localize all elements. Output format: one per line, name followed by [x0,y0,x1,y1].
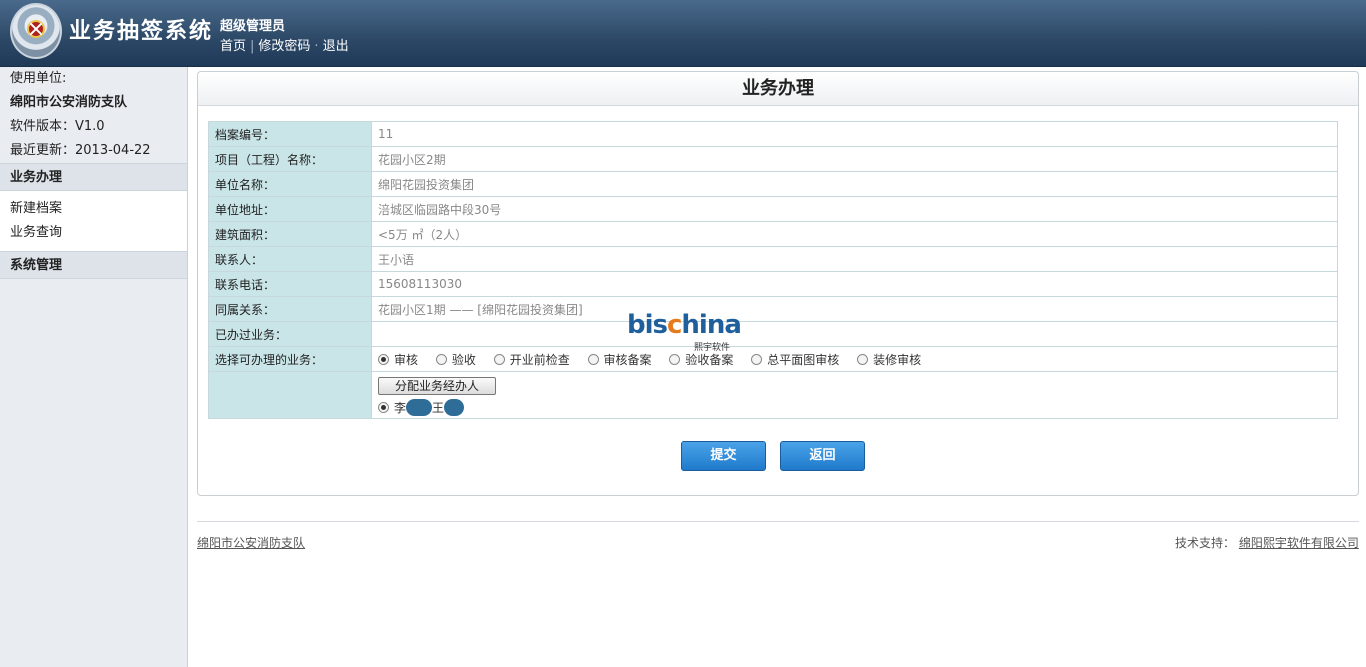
form-row: 联系人： 王小语 [208,246,1338,272]
business-form: 档案编号： 11 项目（工程）名称： 花园小区2期 单位名称： 绵阳花园投资集团… [208,121,1338,419]
field-label: 档案编号： [208,121,372,147]
back-button[interactable]: 返回 [780,441,865,471]
submit-button[interactable]: 提交 [681,441,766,471]
user-role: 超级管理员 [220,19,286,34]
form-row: 已办过业务： [208,321,1338,347]
unit-address-value: 涪城区临园路中段30号 [371,196,1338,222]
redacted-name-mark [406,399,433,416]
field-label: 联系人： [208,246,372,272]
system-info: 使用单位: 绵阳市公安消防支队 软件版本：V1.0 最近更新：2013-04-2… [0,67,187,164]
radio-icon[interactable] [751,353,763,365]
radio-icon[interactable] [435,353,447,365]
nav-section-system[interactable]: 系统管理 [0,252,187,279]
software-version: 软件版本：V1.0 [10,119,105,134]
footer-divider [197,521,1359,522]
project-name-value: 花园小区2期 [371,146,1338,172]
form-row: 档案编号： 11 [208,121,1338,147]
field-label: 选择可办理的业务： [208,346,372,372]
completed-business-value [371,321,1338,347]
nav-section-business[interactable]: 业务办理 [0,164,187,191]
radio-icon[interactable] [587,353,599,365]
handler-first-surname: 李 [394,401,407,415]
field-label: 联系电话： [208,271,372,297]
field-label: 建筑面积： [208,221,372,247]
archive-number-value: 11 [371,121,1338,147]
form-row: 项目（工程）名称： 花园小区2期 [208,146,1338,172]
contact-person-value: 王小语 [371,246,1338,272]
app-header: 业务抽签系统 超级管理员 首页 | 修改密码 · 退出 [0,0,1366,67]
radio-icon[interactable] [493,353,505,365]
sidebar-item-new-archive[interactable]: 新建档案 [0,197,187,221]
unit-name: 绵阳市公安消防支队 [10,95,128,110]
business-option-acceptance[interactable]: 验收 [435,351,476,368]
field-label: 已办过业务： [208,321,372,347]
bischina-watermark-logo: bischina 熙宇软件 [627,310,742,353]
footer-support: 技术支持： 绵阳熙宇软件有限公司 [1175,536,1359,550]
assign-handler-button[interactable]: 分配业务经办人 [378,377,496,395]
form-row: 选择可办理的业务： 审核 验收 开业前检查 审核备案 验收备案 总平面图审核 装… [208,346,1338,372]
radio-icon[interactable] [669,353,681,365]
logout-link[interactable]: 退出 [323,39,349,54]
unit-label: 使用单位: [10,71,67,86]
field-label: 单位地址： [208,196,372,222]
form-row: 联系电话： 15608113030 [208,271,1338,297]
form-row: 同属关系： 花园小区1期 —— [绵阳花园投资集团] [208,296,1338,322]
page-title: 业务办理 [198,72,1358,106]
header-links: 首页 | 修改密码 · 退出 [220,39,349,54]
business-option-decoration[interactable]: 装修审核 [857,351,921,368]
sidebar-item-business-query[interactable]: 业务查询 [0,221,187,245]
redacted-name-mark [444,399,465,416]
handler-second-surname: 王 [432,401,445,415]
handler-selection[interactable]: 李王 [378,399,1331,416]
form-row: 单位名称： 绵阳花园投资集团 [208,171,1338,197]
field-label: 同属关系： [208,296,372,322]
fire-brigade-emblem-icon [10,3,62,59]
business-option-pre-opening[interactable]: 开业前检查 [493,351,570,368]
unit-name-value: 绵阳花园投资集团 [371,171,1338,197]
business-options: 审核 验收 开业前检查 审核备案 验收备案 总平面图审核 装修审核 [371,346,1338,372]
business-option-acceptance-filing[interactable]: 验收备案 [669,351,733,368]
business-option-review-filing[interactable]: 审核备案 [587,351,652,368]
radio-checked-icon[interactable] [378,402,389,413]
handler-cell: 分配业务经办人 李王 [371,371,1338,419]
change-password-link[interactable]: 修改密码 [258,39,310,54]
business-option-review[interactable]: 审核 [378,351,418,368]
radio-icon[interactable] [857,353,869,365]
business-panel: 业务办理 档案编号： 11 项目（工程）名称： 花园小区2期 单位名称： 绵阳花… [197,71,1359,496]
home-link[interactable]: 首页 [220,39,246,54]
footer-unit-link[interactable]: 绵阳市公安消防支队 [197,534,305,551]
field-label: 项目（工程）名称： [208,146,372,172]
form-row: 分配业务经办人 李王 [208,371,1338,419]
affiliation-value: 花园小区1期 —— [绵阳花园投资集团] [371,296,1338,322]
contact-phone-value: 15608113030 [371,271,1338,297]
field-label: 单位名称： [208,171,372,197]
support-company-link[interactable]: 绵阳熙宇软件有限公司 [1239,536,1359,550]
nav-list-business: 新建档案 业务查询 [0,191,187,252]
form-row: 单位地址： 涪城区临园路中段30号 [208,196,1338,222]
building-area-value: <5万 ㎡（2人） [371,221,1338,247]
app-title: 业务抽签系统 [69,19,214,44]
radio-checked-icon[interactable] [378,353,389,365]
business-option-site-plan[interactable]: 总平面图审核 [751,351,839,368]
sidebar: 使用单位: 绵阳市公安消防支队 软件版本：V1.0 最近更新：2013-04-2… [0,67,188,667]
field-label-empty [208,371,372,419]
last-updated: 最近更新：2013-04-22 [10,143,151,158]
form-row: 建筑面积： <5万 ㎡（2人） [208,221,1338,247]
